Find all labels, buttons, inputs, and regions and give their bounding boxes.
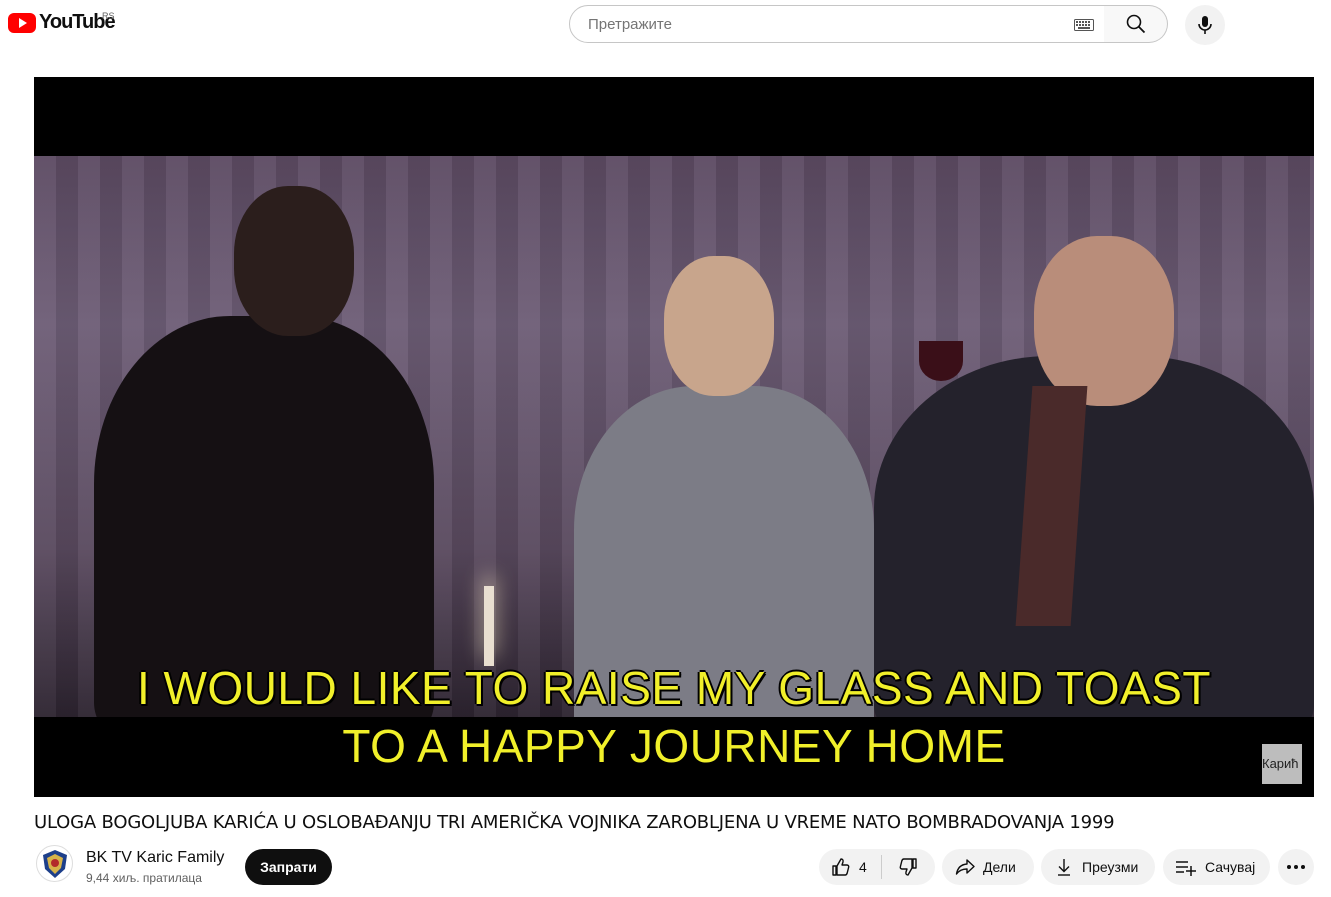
microphone-icon <box>1198 16 1212 34</box>
more-horizontal-icon <box>1287 865 1305 869</box>
youtube-logo[interactable]: YouTube <box>8 11 116 34</box>
channel-name[interactable]: BK TV Karic Family <box>86 849 224 867</box>
subscribe-button[interactable]: Запрати <box>245 849 332 885</box>
play-logo-icon <box>8 12 36 33</box>
video-title: ULOGA BOGOLJUBA KARIĆA U OSLOBAĐANJU TRI… <box>34 812 1115 833</box>
channel-watermark[interactable]: Карић <box>1262 744 1302 784</box>
person-middle-head <box>664 256 774 396</box>
download-icon <box>1058 859 1070 876</box>
voice-search-button[interactable] <box>1185 5 1225 45</box>
region-code: RS <box>102 11 115 21</box>
save-label: Сачувај <box>1205 859 1256 875</box>
subtitle-line-2: TO A HAPPY JOURNEY HOME <box>342 720 1006 772</box>
download-label: Преузми <box>1082 859 1139 875</box>
search-box <box>569 5 1105 43</box>
like-dislike-group: 4 <box>819 849 935 885</box>
search-button[interactable] <box>1104 5 1168 43</box>
download-button[interactable]: Преузми <box>1041 849 1155 885</box>
person-right-head <box>1034 236 1174 406</box>
dislike-button[interactable] <box>882 849 934 885</box>
search-input[interactable] <box>586 15 1050 34</box>
video-player[interactable]: I WOULD LIKE TO RAISE MY GLASS AND TOAST… <box>34 77 1314 797</box>
thumbs-up-icon <box>832 858 850 876</box>
save-button[interactable]: Сачувај <box>1163 849 1270 885</box>
share-icon <box>955 859 975 875</box>
video-frame <box>34 156 1314 717</box>
search-icon <box>1126 14 1145 34</box>
channel-avatar[interactable] <box>36 845 73 882</box>
keyboard-icon[interactable] <box>1074 19 1094 31</box>
person-left <box>94 316 434 717</box>
wine-glass <box>919 341 963 381</box>
masthead: YouTube RS <box>0 0 1331 52</box>
playlist-add-icon <box>1176 861 1196 876</box>
candle <box>484 586 494 666</box>
more-actions-button[interactable] <box>1278 849 1314 885</box>
subscriber-count: 9,44 хиљ. пратилаца <box>86 871 202 885</box>
person-left-head <box>234 186 354 336</box>
like-count: 4 <box>859 859 867 875</box>
share-label: Дели <box>983 859 1016 875</box>
share-button[interactable]: Дели <box>942 849 1034 885</box>
thumbs-down-icon <box>899 858 917 876</box>
channel-crest-icon <box>42 849 67 878</box>
like-button[interactable]: 4 <box>819 849 881 885</box>
subtitle-line-1: I WOULD LIKE TO RAISE MY GLASS AND TOAST <box>136 662 1212 714</box>
